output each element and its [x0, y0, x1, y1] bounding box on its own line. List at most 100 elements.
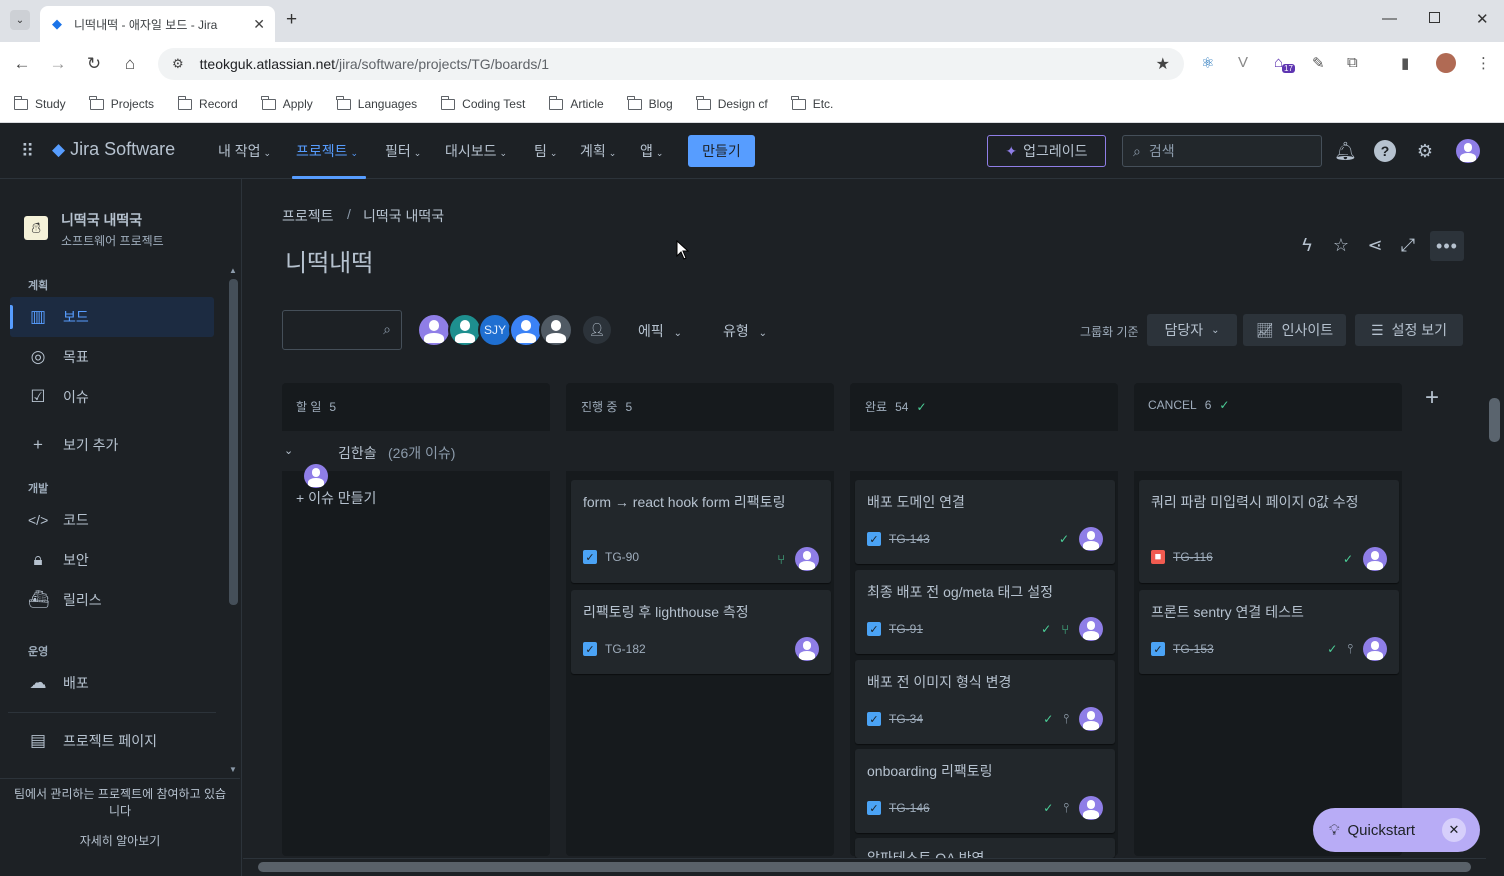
- share-icon[interactable]: ⋖: [1364, 235, 1386, 256]
- column-header-cancel[interactable]: CANCEL 6 ✓: [1148, 398, 1229, 412]
- chevron-down-icon[interactable]: ⌄: [284, 444, 293, 457]
- bookmark-folder[interactable]: Study: [13, 95, 66, 111]
- quickstart-close-icon[interactable]: ✕: [1442, 818, 1466, 842]
- assignee-filter-avatar[interactable]: [539, 313, 573, 347]
- nav-filters[interactable]: 필터 ⌄: [385, 141, 421, 161]
- tab-search-button[interactable]: ⌄: [10, 10, 30, 30]
- add-column-button[interactable]: +: [1419, 386, 1445, 412]
- nav-apps[interactable]: 앱 ⌄: [640, 141, 663, 161]
- board-search-input[interactable]: ⌕: [282, 310, 402, 350]
- issue-card[interactable]: form → react hook form 리팩토링 ✓ TG-90 ⑂: [571, 480, 831, 583]
- breadcrumb-project[interactable]: 니떡국 내떡국: [363, 206, 444, 226]
- issue-card[interactable]: 쿼리 파람 미입력시 페이지 0값 수정 ■ TG-116 ✓: [1139, 480, 1399, 583]
- upgrade-button[interactable]: ✦ 업그레이드: [987, 135, 1106, 167]
- sidepanel-icon[interactable]: ▮: [1401, 54, 1409, 72]
- assignee-avatar[interactable]: [1079, 617, 1103, 641]
- notifications-icon[interactable]: 🔔︎: [1334, 141, 1357, 162]
- nav-plans[interactable]: 계획 ⌄: [580, 141, 616, 161]
- reload-icon[interactable]: ↻: [84, 54, 104, 74]
- board-vertical-scrollbar[interactable]: [1486, 383, 1502, 856]
- sidebar-item-code[interactable]: </> 코드: [10, 500, 214, 540]
- vue-devtools-icon[interactable]: V: [1238, 54, 1248, 71]
- forward-icon[interactable]: →: [48, 54, 68, 74]
- assignee-filter-avatar[interactable]: [448, 313, 482, 347]
- back-icon[interactable]: ←: [12, 54, 32, 74]
- issue-card[interactable]: 배포 전 이미지 형식 변경 ✓ TG-34 ✓ ⫯: [855, 660, 1115, 744]
- create-issue-button[interactable]: + 이슈 만들기: [296, 488, 376, 508]
- create-button[interactable]: 만들기: [688, 135, 755, 167]
- issue-card[interactable]: onboarding 리팩토링 ✓ TG-146 ✓ ⫯: [855, 749, 1115, 833]
- settings-gear-icon[interactable]: ⚙: [1414, 141, 1436, 162]
- nav-dashboards[interactable]: 대시보드 ⌄: [445, 141, 507, 161]
- swimlane-name[interactable]: 김한솔: [338, 443, 377, 463]
- sidebar-item-add-view[interactable]: + 보기 추가: [10, 425, 214, 465]
- star-icon[interactable]: ☆: [1330, 235, 1352, 256]
- profile-avatar-icon[interactable]: [1436, 53, 1456, 73]
- board-vertical-scroll-thumb[interactable]: [1489, 398, 1500, 442]
- react-devtools-icon[interactable]: ⚛: [1201, 54, 1214, 72]
- assignee-avatar[interactable]: [1079, 707, 1103, 731]
- issue-card[interactable]: 최종 배포 전 og/meta 태그 설정 ✓ TG-91 ✓ ⑂: [855, 570, 1115, 654]
- app-switcher-icon[interactable]: ⠿: [21, 141, 34, 162]
- project-name[interactable]: 니떡국 내떡국: [61, 210, 142, 230]
- type-filter-dropdown[interactable]: 유형 ⌄: [723, 321, 767, 341]
- bookmark-folder[interactable]: Record: [177, 95, 238, 111]
- site-info-icon[interactable]: ⚙: [172, 56, 184, 72]
- nav-projects[interactable]: 프로젝트 ⌄: [296, 141, 358, 161]
- bookmark-star-icon[interactable]: ★: [1156, 54, 1170, 74]
- issue-card[interactable]: 알파테스트 QA 반영: [855, 838, 1115, 858]
- assignee-avatar[interactable]: [1363, 637, 1387, 661]
- bookmark-folder[interactable]: Article: [548, 95, 604, 111]
- scroll-down-arrow-icon[interactable]: ▼: [229, 765, 237, 774]
- new-tab-button[interactable]: +: [286, 9, 297, 31]
- nav-teams[interactable]: 팀 ⌄: [534, 141, 557, 161]
- sidebar-item-deployments[interactable]: ☁ 배포: [10, 663, 214, 703]
- insights-button[interactable]: 📈︎ 인사이트: [1243, 314, 1346, 346]
- assignee-filter-avatar-sjy[interactable]: SJY: [478, 313, 512, 347]
- column-header-in-progress[interactable]: 진행 중5: [581, 398, 632, 415]
- jira-logo[interactable]: ◆ Jira Software: [52, 139, 175, 160]
- pen-extension-icon[interactable]: ✎: [1312, 54, 1325, 72]
- assignee-avatar[interactable]: [1363, 547, 1387, 571]
- column-header-todo[interactable]: 할 일5: [296, 398, 336, 415]
- assignee-avatar[interactable]: [795, 637, 819, 661]
- minimize-button[interactable]: —: [1382, 10, 1397, 27]
- board-horizontal-scroll-thumb[interactable]: [258, 862, 1471, 872]
- assignee-filter-avatar[interactable]: [509, 313, 543, 347]
- bookmark-folder[interactable]: Blog: [627, 95, 673, 111]
- nav-my-work[interactable]: 내 작업 ⌄: [218, 141, 271, 161]
- tab-close-icon[interactable]: ✕: [253, 16, 265, 33]
- bookmark-folder[interactable]: Etc.: [791, 95, 833, 111]
- epic-filter-dropdown[interactable]: 에픽 ⌄: [638, 321, 682, 341]
- assignee-avatar[interactable]: [1079, 527, 1103, 551]
- issue-card[interactable]: 프론트 sentry 연결 테스트 ✓ TG-153 ✓ ⫯: [1139, 590, 1399, 674]
- sidebar-item-issues[interactable]: ☑ 이슈: [10, 377, 214, 417]
- window-close-button[interactable]: ✕: [1476, 10, 1489, 28]
- issue-card[interactable]: 배포 도메인 연결 ✓ TG-143 ✓: [855, 480, 1115, 564]
- automation-lightning-icon[interactable]: ϟ: [1296, 235, 1318, 256]
- sidebar-item-project-pages[interactable]: ▤ 프로젝트 페이지: [10, 721, 214, 761]
- issue-card[interactable]: 리팩토링 후 lighthouse 측정 ✓ TG-182: [571, 590, 831, 674]
- sidebar-item-goals[interactable]: ◎ 목표: [10, 337, 214, 377]
- sidebar-scroll-thumb[interactable]: [229, 279, 238, 605]
- assignee-filter-avatar[interactable]: [417, 313, 451, 347]
- bookmark-folder[interactable]: Apply: [261, 95, 313, 111]
- add-people-icon[interactable]: 👤︎: [583, 316, 611, 344]
- bookmark-folder[interactable]: Projects: [89, 95, 154, 111]
- help-icon[interactable]: ?: [1374, 140, 1396, 162]
- chrome-menu-icon[interactable]: ⋮: [1476, 54, 1491, 72]
- assignee-avatar[interactable]: [1079, 796, 1103, 820]
- view-settings-button[interactable]: ☰ 설정 보기: [1355, 314, 1463, 346]
- sidebar-item-board[interactable]: ▥ 보드: [10, 297, 214, 337]
- more-actions-button[interactable]: •••: [1430, 231, 1464, 261]
- group-by-dropdown[interactable]: 담당자 ⌄: [1147, 314, 1237, 346]
- browser-tab[interactable]: ◆ 니떡내떡 - 애자일 보드 - Jira ✕: [40, 6, 275, 42]
- extensions-puzzle-icon[interactable]: ⧉: [1347, 54, 1358, 71]
- scroll-up-arrow-icon[interactable]: ▲: [229, 266, 237, 275]
- bookmark-folder[interactable]: Design cf: [696, 95, 768, 111]
- home-icon[interactable]: ⌂: [120, 54, 140, 74]
- global-search-input[interactable]: ⌕ 검색: [1122, 135, 1322, 167]
- sidebar-item-releases[interactable]: ⛴ 릴리스: [10, 580, 214, 620]
- maximize-button[interactable]: [1429, 12, 1440, 23]
- quickstart-button[interactable]: 💡︎ Quickstart ✕: [1313, 808, 1480, 852]
